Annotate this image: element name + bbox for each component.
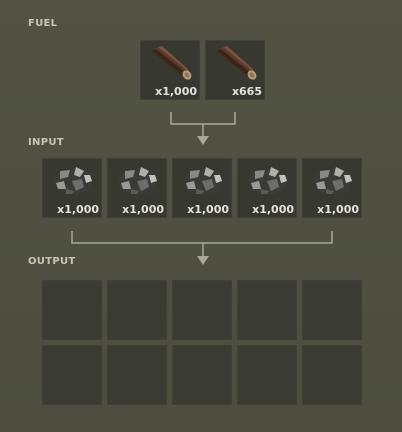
output-slot-2[interactable]	[107, 280, 167, 340]
fuel-slot-1[interactable]: x1,000	[140, 40, 200, 100]
output-slot-7[interactable]	[107, 345, 167, 405]
output-slot-9[interactable]	[237, 345, 297, 405]
input-label: INPUT	[28, 137, 64, 148]
wood-log-icon	[217, 46, 257, 80]
input-slot-4-quantity: x1,000	[252, 203, 294, 216]
input-slot-3[interactable]: x1,000	[172, 158, 232, 218]
input-slot-1[interactable]: x1,000	[42, 158, 102, 218]
fuel-slot-2-quantity: x665	[231, 85, 262, 98]
input-slot-4[interactable]: x1,000	[237, 158, 297, 218]
output-slot-5[interactable]	[302, 280, 362, 340]
input-slot-5[interactable]: x1,000	[302, 158, 362, 218]
output-slot-4[interactable]	[237, 280, 297, 340]
output-slot-8[interactable]	[172, 345, 232, 405]
furnace-panel: FUEL x1,000 x665 INPUT x1,000 x1,000 x1,…	[0, 0, 402, 432]
input-slot-2[interactable]: x1,000	[107, 158, 167, 218]
input-slot-1-quantity: x1,000	[57, 203, 99, 216]
fuel-slot-1-quantity: x1,000	[155, 85, 197, 98]
ore-rock-icon	[118, 167, 158, 195]
input-slot-5-quantity: x1,000	[317, 203, 359, 216]
ore-rock-icon	[248, 167, 288, 195]
wood-log-icon	[152, 46, 192, 80]
input-slot-3-quantity: x1,000	[187, 203, 229, 216]
input-slot-2-quantity: x1,000	[122, 203, 164, 216]
output-slot-10[interactable]	[302, 345, 362, 405]
ore-rock-icon	[53, 167, 93, 195]
output-slot-6[interactable]	[42, 345, 102, 405]
ore-rock-icon	[183, 167, 223, 195]
fuel-slot-2[interactable]: x665	[205, 40, 265, 100]
fuel-label: FUEL	[28, 18, 58, 29]
output-label: OUTPUT	[28, 256, 76, 267]
ore-rock-icon	[313, 167, 353, 195]
output-slot-1[interactable]	[42, 280, 102, 340]
output-slot-3[interactable]	[172, 280, 232, 340]
